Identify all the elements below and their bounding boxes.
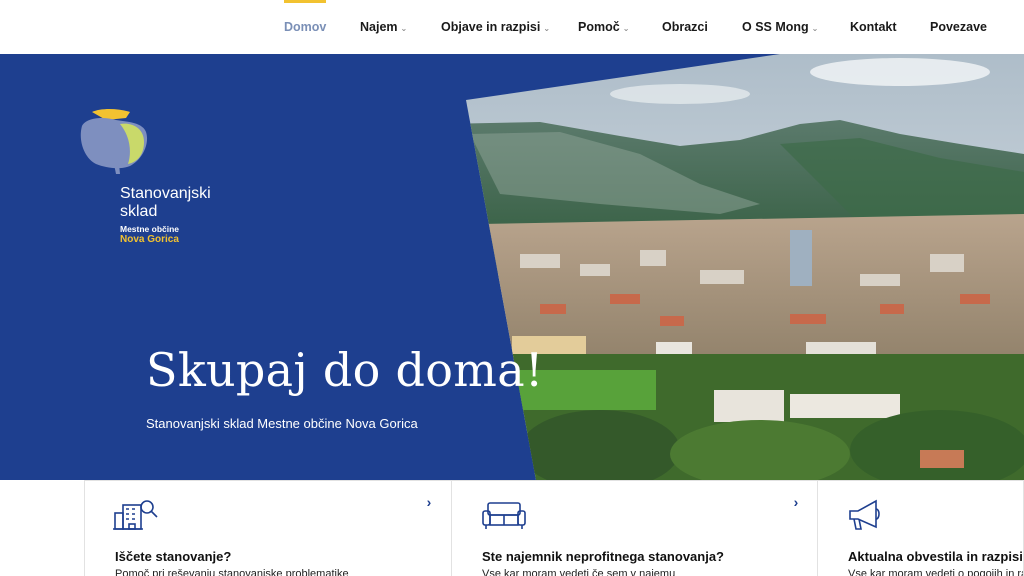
nav-label: Pomoč [578,20,620,34]
megaphone-icon [846,497,894,533]
hero-banner: Stanovanjski sklad Mestne občine Nova Go… [0,54,1024,480]
nav-label: Najem [360,20,398,34]
nav-item-o-ss-mong[interactable]: O SS Mong ⌄ [742,0,818,54]
top-navigation-bar: Domov Najem ⌄ Objave in razpisi ⌄ Pomoč … [0,0,1024,54]
chevron-down-icon: ⌄ [400,23,408,33]
hero-subtitle: Stanovanjski sklad Mestne občine Nova Go… [146,416,418,431]
nav-item-pomoc[interactable]: Pomoč ⌄ [578,0,629,54]
main-menu: Domov Najem ⌄ Objave in razpisi ⌄ Pomoč … [0,0,1024,54]
card-description: Vse kar moram vedeti o pogojih in razpis… [848,568,1023,576]
chevron-down-icon: ⌄ [811,23,819,33]
hero-title: Skupaj do doma! [146,343,544,397]
card-title: Aktualna obvestila in razpisi [848,549,1023,564]
nav-label: Obrazci [662,20,708,34]
chevron-down-icon: ⌄ [543,23,551,33]
nav-item-kontakt[interactable]: Kontakt [850,0,897,54]
chevron-right-icon: › [426,494,432,510]
nav-item-obrazci[interactable]: Obrazci [662,0,708,54]
brand-name: Stanovanjski sklad Mestne občine Nova Go… [120,185,300,246]
card-description: Vse kar moram vedeti če sem v najemu [482,568,676,576]
quick-links: › Iščete stanovanje? Pomoč pri reševanju… [84,480,1024,576]
nav-item-domov[interactable]: Domov [284,0,327,54]
nav-label: Povezave [930,20,987,34]
card-description: Pomoč pri reševanju stanovanjske problem… [115,568,349,576]
nav-label: Objave in razpisi [441,20,541,34]
brand-subtitle: Mestne občine [120,224,180,234]
nav-item-najem[interactable]: Najem ⌄ [360,0,407,54]
card-najemnik[interactable]: › Ste najemnik neprofitnega stanovanja? … [451,480,818,576]
nav-item-povezave[interactable]: Povezave [930,0,987,54]
card-obvestila-razpisi[interactable]: Aktualna obvestila in razpisi Vse kar mo… [817,480,1024,576]
sofa-icon [480,497,528,533]
nav-item-objave-in-razpisi[interactable]: Objave in razpisi ⌄ [441,0,550,54]
brand-line-1: Stanovanjski [120,185,211,202]
nav-label: O SS Mong [742,20,809,34]
card-title: Iščete stanovanje? [115,549,232,564]
brand-line-2: sklad [120,203,158,220]
nav-label: Kontakt [850,20,897,34]
card-iscete-stanovanje[interactable]: › Iščete stanovanje? Pomoč pri reševanju… [84,480,452,576]
nav-label: Domov [284,20,327,34]
brand-town: Nova Gorica [120,234,179,245]
chevron-right-icon: › [793,494,799,510]
card-title: Ste najemnik neprofitnega stanovanja? [482,549,724,564]
tree-logo-icon[interactable] [76,108,152,174]
chevron-down-icon: ⌄ [622,23,630,33]
building-search-icon [113,497,161,533]
